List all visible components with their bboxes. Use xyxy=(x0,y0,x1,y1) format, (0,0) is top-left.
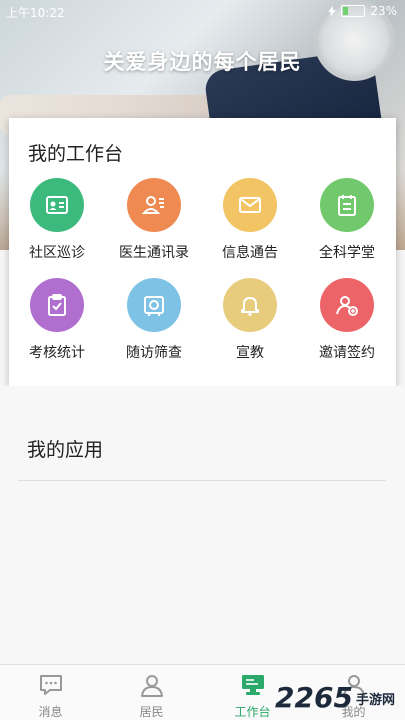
workbench-item-community-patrol[interactable]: 社区巡诊 xyxy=(9,178,105,262)
clipboard-icon xyxy=(320,178,374,232)
workbench-title: 我的工作台 xyxy=(28,143,124,165)
id-card-icon xyxy=(30,178,84,232)
status-bar: 上午10:22 23% xyxy=(0,0,405,22)
workbench-item-label: 宣教 xyxy=(236,345,264,361)
add-user-icon xyxy=(320,278,374,332)
workbench-item-notices[interactable]: 信息通告 xyxy=(202,178,298,262)
workbench-item-invite-sign[interactable]: 邀请签约 xyxy=(299,278,395,362)
workbench-card: 我的工作台 社区巡诊 医生通讯录 信息通告 全科学堂 考核统计 随访筛查 宣教 … xyxy=(9,118,396,386)
follow-up-icon xyxy=(127,278,181,332)
banner-title: 关爱身边的每个居民 xyxy=(103,49,302,74)
battery-percent: 23% xyxy=(370,4,397,18)
workbench-item-general-class[interactable]: 全科学堂 xyxy=(299,178,395,262)
workbench-item-label: 全科学堂 xyxy=(319,245,375,261)
workbench-icon xyxy=(241,675,264,695)
my-apps-section: 我的应用 xyxy=(0,386,405,665)
workbench-item-follow-up[interactable]: 随访筛查 xyxy=(106,278,202,362)
tab-label: 消息 xyxy=(38,705,63,719)
bottom-tab-bar: 消息 居民 工作台 我的 2265 手游网 xyxy=(0,664,405,720)
tab-label: 居民 xyxy=(139,705,164,719)
workbench-item-label: 考核统计 xyxy=(29,345,85,361)
contacts-icon xyxy=(127,178,181,232)
workbench-item-doctor-contacts[interactable]: 医生通讯录 xyxy=(106,178,202,262)
tab-messages[interactable]: 消息 xyxy=(0,665,101,720)
mail-icon xyxy=(223,178,277,232)
workbench-item-label: 社区巡诊 xyxy=(29,245,85,261)
watermark-number: 2265 xyxy=(275,681,353,714)
battery-level xyxy=(343,7,349,15)
workbench-item-education[interactable]: 宣教 xyxy=(202,278,298,362)
workbench-item-label: 随访筛查 xyxy=(126,345,182,361)
status-indicators: 23% xyxy=(328,4,397,18)
checklist-icon xyxy=(30,278,84,332)
message-icon xyxy=(39,675,62,695)
bell-icon xyxy=(223,278,277,332)
resident-icon xyxy=(140,675,163,697)
watermark-text: 手游网 xyxy=(355,693,395,708)
watermark: 2265 手游网 xyxy=(275,681,395,714)
workbench-item-label: 邀请签约 xyxy=(319,345,375,361)
workbench-item-label: 信息通告 xyxy=(222,245,278,261)
status-time: 上午10:22 xyxy=(6,6,65,20)
tab-residents[interactable]: 居民 xyxy=(101,665,202,720)
workbench-item-label: 医生通讯录 xyxy=(119,245,189,261)
workbench-item-assessment[interactable]: 考核统计 xyxy=(9,278,105,362)
charging-icon xyxy=(328,5,337,17)
battery-icon xyxy=(341,5,366,17)
divider xyxy=(18,480,386,481)
my-apps-title: 我的应用 xyxy=(27,439,104,461)
